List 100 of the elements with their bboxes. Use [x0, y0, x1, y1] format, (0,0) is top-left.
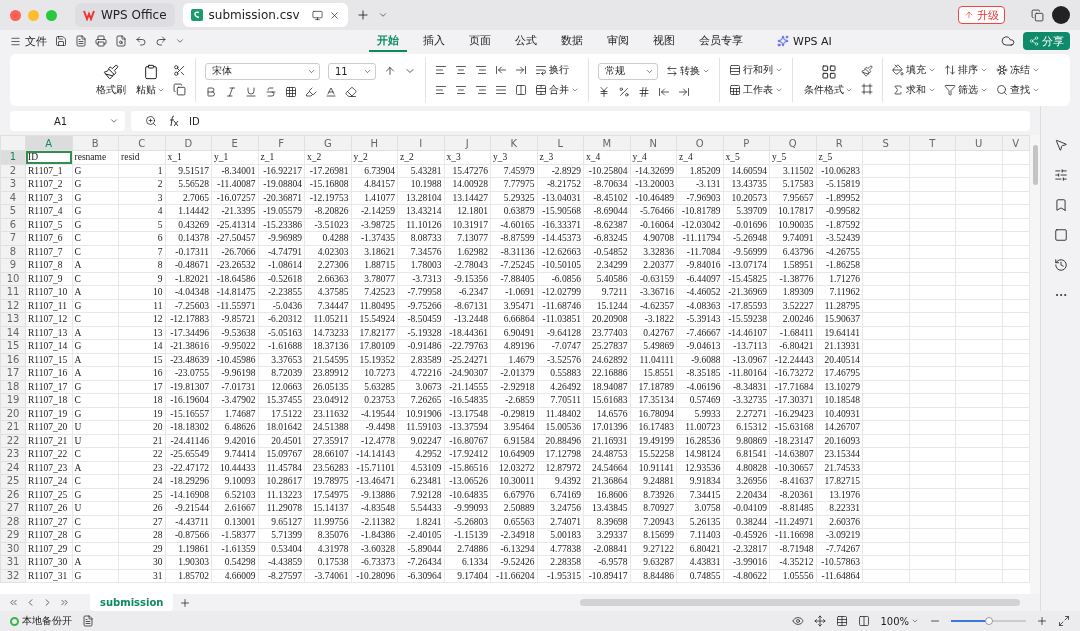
shape-icon[interactable]: [1053, 228, 1068, 242]
document-icon[interactable]: [75, 35, 87, 47]
align-right-icon[interactable]: [475, 84, 487, 96]
rows-columns-button[interactable]: 行和列: [729, 63, 783, 77]
underline-icon[interactable]: [245, 85, 257, 98]
align-center-icon[interactable]: [455, 84, 467, 96]
convert-button[interactable]: 转换: [666, 64, 710, 78]
eye-icon[interactable]: [792, 615, 805, 627]
normal-view-icon[interactable]: [836, 615, 849, 627]
eraser-icon[interactable]: [345, 85, 357, 98]
sheet-tab[interactable]: submission: [90, 594, 174, 611]
window-tab[interactable]: submission.csv: [182, 3, 348, 27]
column-header[interactable]: D: [165, 135, 212, 151]
ribbon-tab[interactable]: 审阅: [599, 30, 637, 52]
ribbon-tab[interactable]: 页面: [461, 30, 499, 52]
sort-button[interactable]: 排序: [944, 63, 988, 77]
frame-icon[interactable]: [861, 83, 873, 95]
sliders-icon[interactable]: [1053, 168, 1068, 182]
fullscreen-icon[interactable]: [1058, 615, 1070, 627]
align-left-icon[interactable]: [435, 84, 447, 96]
column-header[interactable]: N: [630, 135, 677, 151]
column-header[interactable]: K: [490, 135, 537, 151]
ribbon-tab[interactable]: 数据: [553, 30, 591, 52]
column-header[interactable]: F: [258, 135, 305, 151]
column-header[interactable]: J: [444, 135, 491, 151]
pointer-icon[interactable]: [1053, 138, 1068, 152]
strikethrough-icon[interactable]: [265, 85, 277, 98]
column-header[interactable]: C: [118, 135, 165, 151]
caret-icon[interactable]: [175, 36, 185, 46]
zoom-in-icon[interactable]: [1036, 615, 1048, 627]
column-header[interactable]: V: [1002, 135, 1030, 151]
conditional-format-button[interactable]: 条件格式: [802, 63, 855, 97]
undo-icon[interactable]: [135, 35, 147, 47]
italic-icon[interactable]: [225, 85, 237, 98]
freeze-button[interactable]: 冻结: [996, 63, 1040, 77]
formula-field[interactable]: ID: [131, 111, 1030, 131]
outdent-icon[interactable]: [495, 64, 507, 76]
column-header[interactable]: E: [211, 135, 258, 151]
column-header[interactable]: I: [397, 135, 444, 151]
document-icon[interactable]: [82, 615, 94, 627]
vertical-scrollbar[interactable]: [1030, 135, 1040, 594]
find-button[interactable]: 查找: [996, 83, 1040, 97]
upgrade-button[interactable]: 升级: [958, 6, 1005, 24]
number-format-select[interactable]: 常规: [598, 62, 658, 80]
file-menu-button[interactable]: 文件: [10, 33, 47, 49]
sum-button[interactable]: 求和: [892, 83, 936, 97]
format-painter-button[interactable]: 格式刷: [94, 63, 128, 97]
last-sheet-icon[interactable]: [59, 597, 70, 608]
fill-button[interactable]: 填充: [892, 63, 936, 77]
column-header[interactable]: G: [304, 135, 351, 151]
redo-icon[interactable]: [155, 35, 167, 47]
horizontal-scrollbar[interactable]: [580, 599, 1020, 606]
percent-icon[interactable]: [618, 85, 630, 98]
column-header[interactable]: L: [537, 135, 584, 151]
column-header[interactable]: R: [816, 135, 863, 151]
column-header[interactable]: U: [955, 135, 1002, 151]
page-view-icon[interactable]: [858, 615, 871, 627]
paste-button[interactable]: 粘贴: [134, 63, 167, 97]
highlighter-icon[interactable]: [305, 85, 317, 98]
ribbon-tab[interactable]: 公式: [507, 30, 545, 52]
caret-icon[interactable]: [377, 10, 388, 20]
font-select[interactable]: 宋体: [205, 62, 320, 80]
wrap-text-button[interactable]: 换行: [535, 63, 569, 77]
worksheet-button[interactable]: 工作表: [729, 83, 783, 97]
move-icon[interactable]: [814, 615, 827, 627]
column-header[interactable]: P: [723, 135, 770, 151]
history-icon[interactable]: [1053, 258, 1068, 272]
cloud-icon[interactable]: [1001, 34, 1015, 48]
window-icon[interactable]: [1031, 8, 1044, 22]
column-header[interactable]: S: [862, 135, 909, 151]
ribbon-tab[interactable]: 会员专享: [691, 30, 751, 52]
wps-ai-button[interactable]: WPS AI: [771, 33, 838, 49]
column-header[interactable]: A: [25, 135, 72, 151]
backup-status[interactable]: 本地备份开: [10, 614, 72, 628]
column-header[interactable]: Q: [769, 135, 816, 151]
merge-button[interactable]: 合并: [535, 83, 579, 97]
zoom-select[interactable]: 100%: [880, 615, 919, 627]
cell-style-icon[interactable]: [861, 65, 873, 77]
column-header[interactable]: B: [72, 135, 119, 151]
window-tab[interactable]: WPS Office: [75, 3, 175, 27]
justify-icon[interactable]: [495, 84, 507, 96]
borders-icon[interactable]: [285, 85, 297, 98]
ribbon-tab[interactable]: 视图: [645, 30, 683, 52]
column-header[interactable]: M: [583, 135, 630, 151]
currency-icon[interactable]: [598, 85, 610, 98]
name-box[interactable]: A1: [10, 111, 125, 131]
bookmark-icon[interactable]: [1053, 198, 1068, 212]
cut-icon[interactable]: [173, 64, 186, 77]
column-header[interactable]: T: [909, 135, 956, 151]
first-sheet-icon[interactable]: [8, 597, 19, 608]
preview-icon[interactable]: [115, 35, 127, 47]
copy-icon[interactable]: [173, 83, 186, 96]
font-size-select[interactable]: 11: [328, 62, 376, 80]
column-header[interactable]: O: [676, 135, 723, 151]
plus-icon[interactable]: [355, 8, 370, 22]
ribbon-tab[interactable]: 开始: [369, 30, 407, 52]
ribbon-tab[interactable]: 插入: [415, 30, 453, 52]
save-icon[interactable]: [55, 35, 67, 47]
indent-icon[interactable]: [515, 64, 527, 76]
font-color-icon[interactable]: [325, 85, 337, 98]
